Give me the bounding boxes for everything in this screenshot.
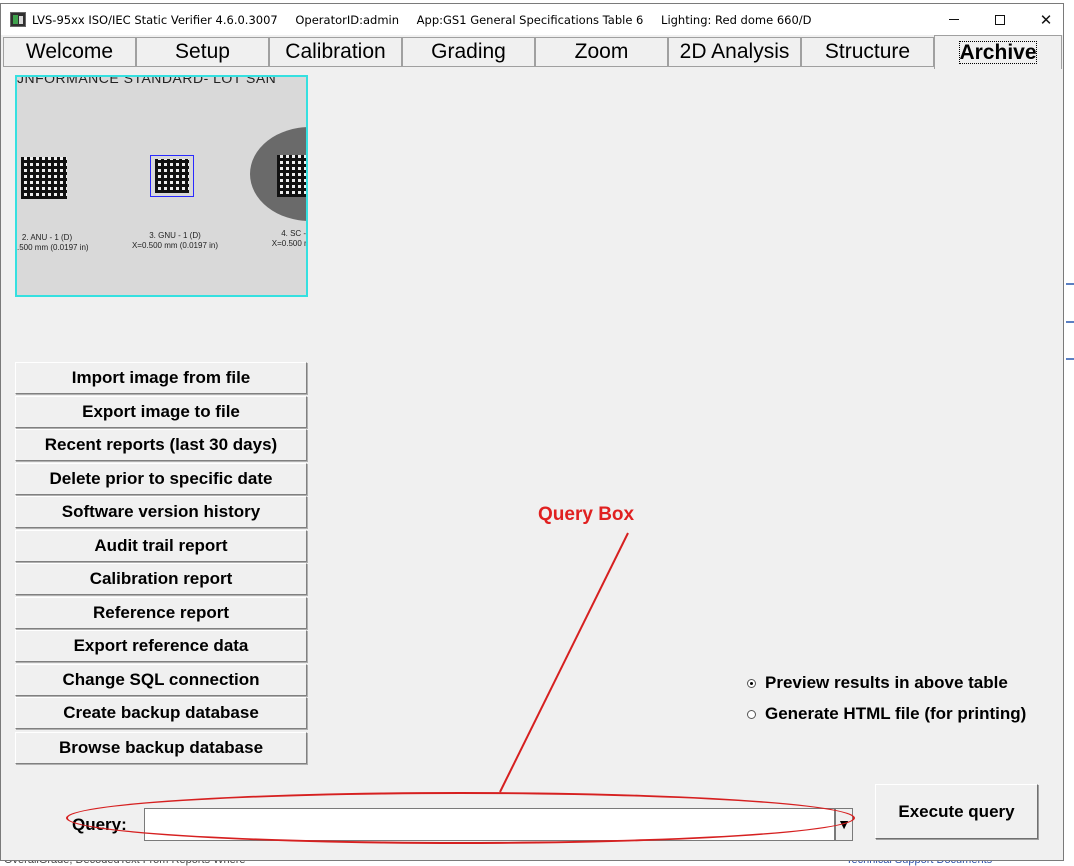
annotation-ellipse [66, 792, 855, 844]
annotation-pointer [499, 532, 629, 793]
